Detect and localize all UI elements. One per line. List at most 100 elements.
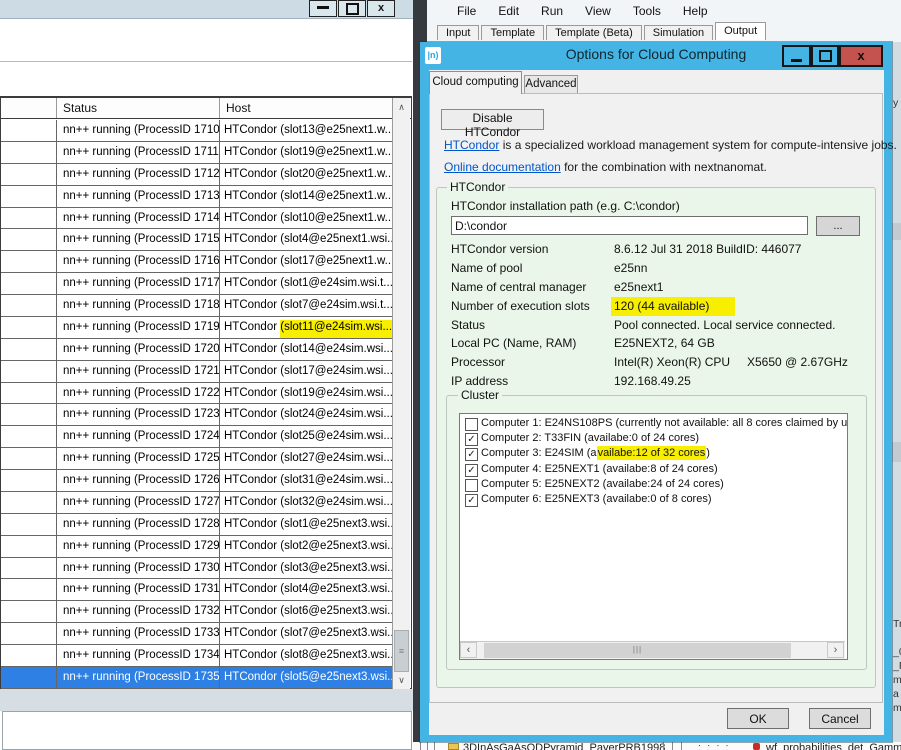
ok-button[interactable]: OK (727, 708, 789, 729)
options-dialog: |n) Options for Cloud Computing x Cloud … (420, 42, 892, 742)
scroll-left-icon[interactable]: ‹ (460, 642, 477, 658)
left-maximize-button[interactable] (338, 0, 366, 17)
cell-empty (1, 645, 57, 666)
scroll-up-icon[interactable]: ∧ (393, 99, 410, 116)
scroll-right-icon[interactable]: › (827, 642, 844, 658)
table-row[interactable]: nn++ running (ProcessID 1727)HTCondor (s… (1, 492, 393, 514)
cluster-item-computer-2[interactable]: ✓Computer 2: T33FIN (availabe:0 of 24 co… (460, 432, 847, 447)
browse-button[interactable]: ... (816, 216, 860, 236)
scrollbar-thumb[interactable]: ||| (484, 643, 791, 658)
install-path-input[interactable] (451, 216, 808, 235)
column-header-status[interactable]: Status (57, 98, 220, 118)
dialog-minimize-button[interactable] (782, 45, 811, 67)
main-tab-simulation[interactable]: Simulation (644, 25, 713, 40)
main-tab-output[interactable]: Output (715, 22, 766, 40)
table-row[interactable]: nn++ running (ProcessID 1726)HTCondor (s… (1, 470, 393, 492)
online-documentation-link[interactable]: Online documentation (444, 160, 561, 174)
checkbox-unchecked-icon[interactable] (465, 479, 478, 492)
htcondor-link[interactable]: HTCondor (444, 138, 499, 152)
menu-item-help[interactable]: Help (679, 3, 712, 19)
background-text-fragment: m (893, 702, 901, 714)
folder-name[interactable]: 3DInAsGaAsQDPyramid_PayerPRB1998 (463, 742, 665, 750)
tab-advanced[interactable]: Advanced (524, 75, 578, 94)
table-row[interactable]: nn++ running (ProcessID 1735)HTCondor (s… (1, 667, 393, 689)
checkbox-unchecked-icon[interactable] (465, 418, 478, 431)
disable-htcondor-button[interactable]: Disable HTCondor (441, 109, 544, 130)
checkbox-checked-icon[interactable]: ✓ (465, 448, 478, 461)
table-row[interactable]: nn++ running (ProcessID 1732)HTCondor (s… (1, 601, 393, 623)
table-row[interactable]: nn++ running (ProcessID 1724)HTCondor (s… (1, 426, 393, 448)
cell-empty (1, 186, 57, 207)
panel-divider (0, 61, 412, 62)
horizontal-scrollbar[interactable]: ‹ ||| › (460, 641, 845, 659)
scroll-down-icon[interactable]: ∨ (393, 672, 410, 689)
menu-item-view[interactable]: View (581, 3, 615, 19)
table-row[interactable]: nn++ running (ProcessID 1722)HTCondor (s… (1, 383, 393, 405)
cell-host: HTCondor (slot5@e25next3.wsi... (220, 667, 393, 688)
table-row[interactable]: nn++ running (ProcessID 1728)HTCondor (s… (1, 514, 393, 536)
table-row[interactable]: nn++ running (ProcessID 1712)HTCondor (s… (1, 164, 393, 186)
info-label: Name of central manager (451, 280, 614, 294)
menu-item-tools[interactable]: Tools (629, 3, 665, 19)
cluster-item-computer-1[interactable]: Computer 1: E24NS108PS (currently not av… (460, 417, 847, 432)
left-close-button[interactable]: x (367, 0, 395, 17)
table-row[interactable]: nn++ running (ProcessID 1730)HTCondor (s… (1, 558, 393, 580)
table-row[interactable]: nn++ running (ProcessID 1713)HTCondor (s… (1, 186, 393, 208)
menu-item-file[interactable]: File (453, 3, 480, 19)
table-row[interactable]: nn++ running (ProcessID 1721)HTCondor (s… (1, 361, 393, 383)
dialog-close-button[interactable]: x (839, 45, 883, 67)
cluster-items: Computer 1: E24NS108PS (currently not av… (460, 417, 847, 508)
table-row[interactable]: nn++ running (ProcessID 1720)HTCondor (s… (1, 339, 393, 361)
table-row[interactable]: nn++ running (ProcessID 1718)HTCondor (s… (1, 295, 393, 317)
info-value: E25NEXT2, 64 GB (614, 336, 715, 350)
main-tab-input[interactable]: Input (437, 25, 479, 40)
checkbox-checked-icon[interactable]: ✓ (465, 464, 478, 477)
left-window-titlebar[interactable]: x (0, 0, 413, 19)
cluster-item-computer-5[interactable]: Computer 5: E25NEXT2 (availabe:24 of 24 … (460, 478, 847, 493)
info-row: IP address192.168.49.25 (451, 374, 871, 393)
table-row[interactable]: nn++ running (ProcessID 1734)HTCondor (s… (1, 645, 393, 667)
main-tab-template-beta-[interactable]: Template (Beta) (546, 25, 642, 40)
info-label: IP address (451, 374, 614, 388)
left-minimize-button[interactable] (309, 0, 337, 17)
table-row[interactable]: nn++ running (ProcessID 1717)HTCondor (s… (1, 273, 393, 295)
tree-line (672, 742, 673, 750)
cell-status: nn++ running (ProcessID 1733) (57, 623, 220, 644)
table-row[interactable]: nn++ running (ProcessID 1715)HTCondor (s… (1, 229, 393, 251)
main-tab-template[interactable]: Template (481, 25, 544, 40)
scrollbar-thumb[interactable]: ≡ (394, 630, 409, 672)
table-row[interactable]: nn++ running (ProcessID 1719)HTCondor (s… (1, 317, 393, 339)
table-row[interactable]: nn++ running (ProcessID 1733)HTCondor (s… (1, 623, 393, 645)
cell-empty (1, 295, 57, 316)
table-row[interactable]: nn++ running (ProcessID 1714)HTCondor (s… (1, 208, 393, 230)
table-row[interactable]: nn++ running (ProcessID 1710)HTCondor (s… (1, 120, 393, 142)
window-gap (0, 689, 413, 711)
column-header-host[interactable]: Host (220, 98, 393, 118)
cell-host: HTCondor (slot4@e25next3.wsi... (220, 579, 393, 600)
checkbox-checked-icon[interactable]: ✓ (465, 494, 478, 507)
dialog-titlebar[interactable]: |n) Options for Cloud Computing x (420, 42, 892, 70)
table-row[interactable]: nn++ running (ProcessID 1729)HTCondor (s… (1, 536, 393, 558)
table-row[interactable]: nn++ running (ProcessID 1711)HTCondor (s… (1, 142, 393, 164)
table-row[interactable]: nn++ running (ProcessID 1725)HTCondor (s… (1, 448, 393, 470)
column-header-empty[interactable] (1, 98, 57, 118)
dialog-maximize-button[interactable] (811, 45, 839, 67)
cell-empty (1, 536, 57, 557)
cluster-item-computer-6[interactable]: ✓Computer 6: E25NEXT3 (availabe:0 of 8 c… (460, 493, 847, 508)
cluster-item-computer-4[interactable]: ✓Computer 4: E25NEXT1 (availabe:8 of 24 … (460, 463, 847, 478)
file-name[interactable]: wf_probabilities_det_Gamm (766, 742, 901, 750)
cluster-item-label: Computer 6: E25NEXT3 (availabe:0 of 8 co… (481, 493, 712, 505)
table-row[interactable]: nn++ running (ProcessID 1731)HTCondor (s… (1, 579, 393, 601)
checkbox-checked-icon[interactable]: ✓ (465, 433, 478, 446)
vertical-scrollbar[interactable]: ∧ ≡ ∨ (392, 98, 410, 689)
cell-empty (1, 404, 57, 425)
table-row[interactable]: nn++ running (ProcessID 1716)HTCondor (s… (1, 251, 393, 273)
menu-item-edit[interactable]: Edit (494, 3, 523, 19)
cluster-item-computer-3[interactable]: ✓Computer 3: E24SIM (availabe:12 of 32 c… (460, 447, 847, 462)
menu-item-run[interactable]: Run (537, 3, 567, 19)
cell-status: nn++ running (ProcessID 1722) (57, 383, 220, 404)
cancel-button[interactable]: Cancel (809, 708, 871, 729)
tab-cloud-computing[interactable]: Cloud computing (429, 71, 522, 94)
table-row[interactable]: nn++ running (ProcessID 1723)HTCondor (s… (1, 404, 393, 426)
cell-status: nn++ running (ProcessID 1715) (57, 229, 220, 250)
